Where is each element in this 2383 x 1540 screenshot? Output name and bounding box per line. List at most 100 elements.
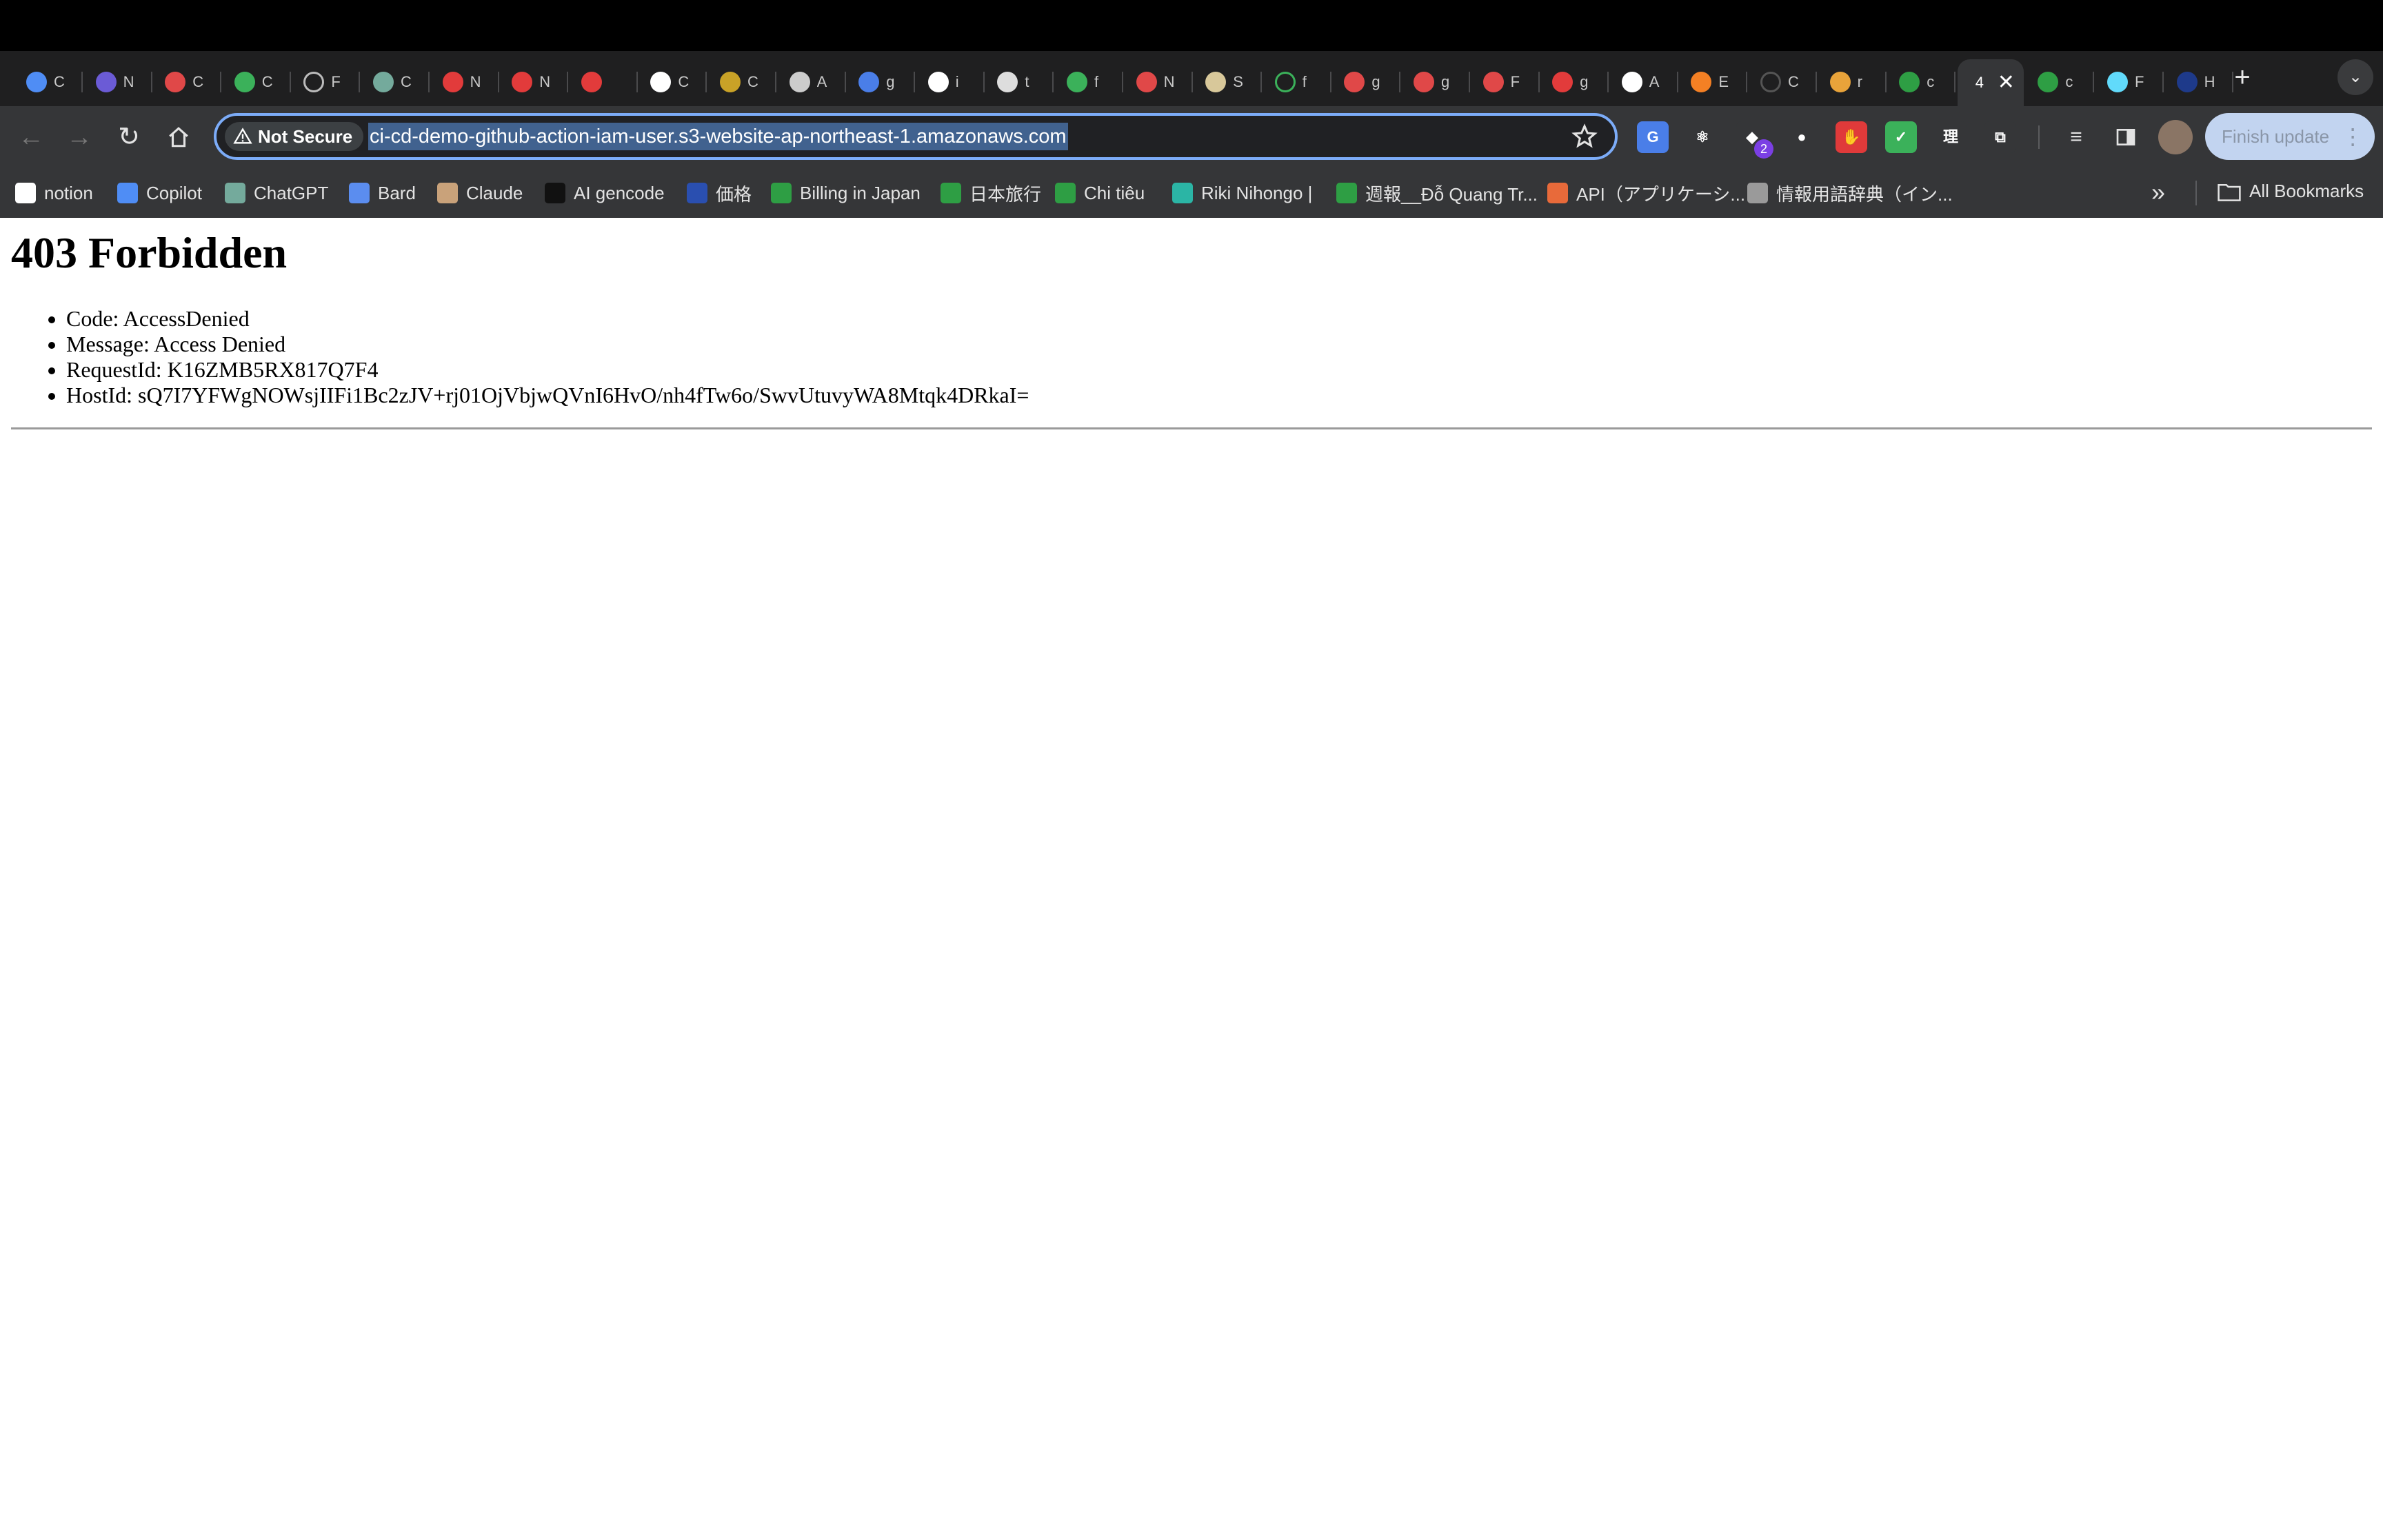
puzzle-icon[interactable]: ⧉ <box>1984 121 2016 153</box>
tab-separator <box>1607 72 1609 92</box>
browser-tab[interactable]: A <box>1611 62 1678 102</box>
browser-tab[interactable]: f <box>1056 62 1123 102</box>
hand-icon[interactable]: ✋ <box>1836 121 1867 153</box>
browser-tab[interactable]: g <box>847 62 916 102</box>
tab-title: A <box>1649 73 1660 90</box>
tab-title: 4 <box>1975 74 1984 91</box>
browser-tab[interactable]: C <box>362 62 430 102</box>
tab-search-button[interactable]: ⌄ <box>2337 59 2373 95</box>
bookmark-item[interactable]: Claude <box>437 181 523 205</box>
browser-tab[interactable]: E <box>1680 62 1748 102</box>
browser-tab[interactable]: t <box>986 62 1054 102</box>
profile-avatar[interactable] <box>2158 120 2193 154</box>
browser-tab[interactable]: c <box>1888 62 1956 102</box>
kanji-icon[interactable]: 理 <box>1935 121 1967 153</box>
tab-separator <box>428 72 430 92</box>
tab-title: C <box>192 73 204 90</box>
extension-badge-icon[interactable]: ◆ 2 <box>1736 121 1773 159</box>
bookmark-item[interactable]: 日本旅行 <box>941 181 1041 205</box>
bookmark-label: Bard <box>378 182 416 203</box>
bookmark-item[interactable]: Copilot <box>117 181 202 205</box>
fire-icon[interactable]: ● <box>1786 121 1818 153</box>
tab-title: f <box>1302 73 1307 90</box>
tab-separator <box>1329 72 1331 92</box>
tab-title: S <box>1233 73 1243 90</box>
bookmark-item[interactable]: 情報用語辞典（イン... <box>1747 181 1953 205</box>
browser-tab[interactable]: H <box>2166 62 2233 102</box>
browser-tab[interactable]: 4 ✕ <box>1957 59 2024 106</box>
browser-tab[interactable]: N <box>85 62 152 102</box>
browser-tab[interactable]: C <box>639 62 707 102</box>
side-panel-icon <box>2116 129 2135 145</box>
all-bookmarks-label: All Bookmarks <box>2249 181 2364 201</box>
bookmark-label: notion <box>44 182 93 203</box>
browser-tab[interactable]: C <box>709 62 776 102</box>
bookmark-item[interactable]: API（アプリケーシ... <box>1547 181 1745 205</box>
bookmark-item[interactable]: AI gencode <box>545 181 665 205</box>
browser-tab[interactable]: A <box>778 62 846 102</box>
bookmark-item[interactable]: Riki Nihongo | <box>1172 181 1312 205</box>
bookmarks-overflow-button[interactable]: » <box>2151 178 2165 207</box>
bookmark-star-icon[interactable] <box>1571 123 1598 150</box>
finish-update-button[interactable]: Finish update ⋮ <box>2205 113 2375 160</box>
browser-tab[interactable]: F <box>292 62 361 102</box>
bookmark-item[interactable]: Bard <box>349 181 416 205</box>
reload-button[interactable]: ↻ <box>112 120 146 154</box>
browser-tab[interactable]: i <box>917 62 985 102</box>
bookmark-label: Chi tiêu <box>1084 182 1145 203</box>
side-panel-button[interactable] <box>2109 120 2143 154</box>
browser-tab[interactable]: g <box>1333 62 1401 102</box>
address-bar[interactable]: Not Secure ci-cd-demo-github-action-iam-… <box>214 113 1618 160</box>
url-text[interactable]: ci-cd-demo-github-action-iam-user.s3-web… <box>368 123 1068 150</box>
browser-tab[interactable]: C <box>154 62 222 102</box>
browser-tab[interactable]: C <box>223 62 291 102</box>
forward-button[interactable]: → <box>62 120 97 154</box>
extension-glyph: ✓ <box>1894 128 1908 145</box>
app-icon <box>858 72 880 92</box>
react-devtools-icon[interactable]: ⚛ <box>1687 121 1718 153</box>
tab-separator <box>1122 72 1123 92</box>
browser-tab[interactable]: c <box>2027 62 2095 102</box>
tab-separator <box>2231 72 2233 92</box>
back-button[interactable]: ← <box>14 120 48 154</box>
browser-tab[interactable]: F <box>1472 62 1540 102</box>
browser-tab[interactable]: g <box>1402 62 1470 102</box>
browser-tab[interactable]: N <box>501 62 569 102</box>
all-bookmarks-button[interactable]: All Bookmarks <box>2218 181 2364 202</box>
bookmark-item[interactable]: 週報__Đỗ Quang Tr... <box>1336 181 1538 205</box>
browser-tab[interactable]: N <box>1125 62 1193 102</box>
browser-tab[interactable]: S <box>1194 62 1263 102</box>
bookmark-item[interactable]: Chi tiêu <box>1055 181 1145 205</box>
security-chip[interactable]: Not Secure <box>225 122 364 151</box>
bookmark-item[interactable]: 価格 <box>687 181 752 205</box>
bookmark-item[interactable]: ChatGPT <box>225 181 328 205</box>
tab-title: C <box>401 73 412 90</box>
bookmark-label: 日本旅行 <box>969 183 1042 205</box>
home-button[interactable] <box>161 120 196 154</box>
tab-separator <box>497 72 499 92</box>
browser-tab[interactable]: N <box>432 62 499 102</box>
toolbar-divider <box>2038 125 2040 149</box>
shield-icon[interactable]: ✓ <box>1885 121 1917 153</box>
copilot-icon <box>26 72 47 92</box>
loading-icon <box>303 72 325 92</box>
extension-glyph: ⧉ <box>1995 128 2006 145</box>
browser-tab[interactable]: g <box>1541 62 1609 102</box>
bookmark-label: AI gencode <box>574 182 665 203</box>
browser-tab[interactable]: C <box>15 62 83 102</box>
browser-tab[interactable]: f <box>1264 62 1331 102</box>
bookmark-item[interactable]: notion <box>15 181 93 205</box>
notebook-icon <box>165 72 186 92</box>
media-controls-button[interactable]: ≡ <box>2059 120 2093 154</box>
translate-icon[interactable]: G <box>1637 121 1669 153</box>
tab-separator <box>1884 72 1887 92</box>
bookmark-item[interactable]: Billing in Japan <box>771 181 921 205</box>
tab-title: N <box>470 73 481 90</box>
browser-tab[interactable]: F <box>2096 62 2164 102</box>
browser-tab[interactable]: C <box>1749 62 1817 102</box>
browser-tab[interactable] <box>570 62 638 102</box>
browser-tab[interactable]: r <box>1819 62 1887 102</box>
copilot-icon <box>117 183 138 203</box>
close-tab-icon[interactable]: ✕ <box>1998 72 2015 93</box>
tab-separator <box>1746 72 1748 92</box>
